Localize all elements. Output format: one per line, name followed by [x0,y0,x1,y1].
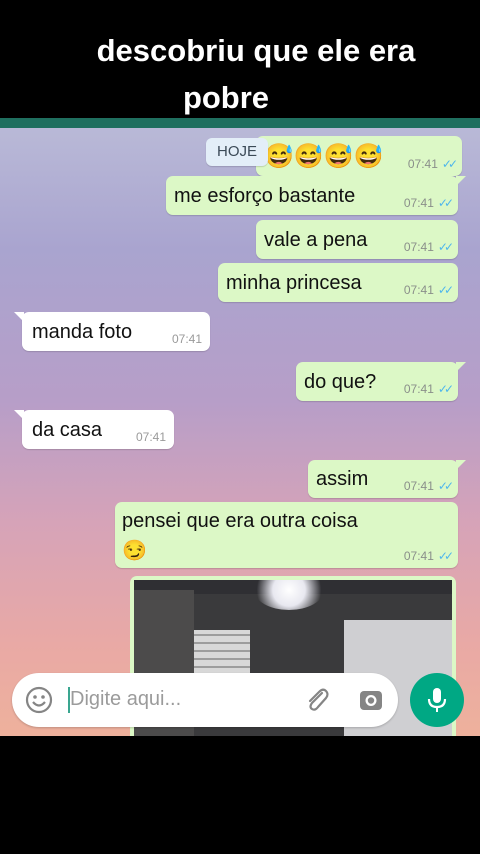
read-ticks-icon: ✓✓ [437,479,454,493]
message-meta: 07:41 [136,430,166,444]
microphone-icon [425,686,449,719]
message-text: 😅😅😅😅 [264,143,384,170]
message-time: 07:41 [171,332,202,346]
smiley-icon[interactable] [24,685,54,715]
message-meta: 07:41 ✓✓ [403,382,454,396]
message-bubble-outgoing[interactable]: minha princesa 07:41 ✓✓ [218,263,458,302]
message-meta: 07:41 ✓✓ [403,479,454,493]
message-time: 07:41 [407,157,438,171]
read-ticks-icon: ✓✓ [441,157,458,171]
message-time: 07:41 [403,240,434,254]
camera-icon[interactable] [356,685,386,715]
message-text: me esforço bastante [174,185,356,207]
message-text: manda foto [32,321,133,343]
message-time: 07:41 [403,549,434,563]
message-text: da casa [32,419,103,441]
app-header-strip [0,118,480,128]
message-text: assim [316,468,369,490]
message-text: pensei que era outra coisa [122,510,358,532]
read-ticks-icon: ✓✓ [437,382,454,396]
message-text: minha princesa [226,272,362,294]
message-text: do que? [304,371,377,393]
message-meta: 07:41 ✓✓ [403,240,454,254]
date-chip: HOJE [206,138,268,166]
message-bubble-outgoing[interactable]: vale a pena 07:41 ✓✓ [256,220,458,259]
message-emoji: 😏 [122,540,147,562]
message-composer[interactable]: Digite aqui... [12,673,398,727]
message-meta: 07:41 ✓✓ [403,196,454,210]
message-bubble-outgoing[interactable]: pensei que era outra coisa 😏 07:41 ✓✓ [115,502,458,568]
message-time: 07:41 [403,283,434,297]
message-time: 07:41 [403,196,434,210]
read-ticks-icon: ✓✓ [437,240,454,254]
message-bubble-outgoing[interactable]: do que? 07:41 ✓✓ [296,362,466,401]
message-bubble-incoming[interactable]: manda foto 07:41 [14,312,210,351]
video-caption: descobriu que ele era pobre [0,0,480,118]
caption-line-2: pobre [182,80,270,115]
photo-light [254,580,324,610]
message-meta: 07:41 [172,332,202,346]
bottom-black-area [0,736,480,854]
message-bubble-outgoing[interactable]: 😅😅😅😅 07:41 ✓✓ [256,136,462,176]
caption-line-1: descobriu que ele era [96,33,416,68]
message-time: 07:41 [403,479,434,493]
read-ticks-icon: ✓✓ [437,283,454,297]
message-input[interactable]: Digite aqui... [70,688,181,711]
message-meta: 07:41 ✓✓ [407,157,458,171]
message-meta: 07:41 ✓✓ [403,549,454,563]
message-time: 07:41 [403,382,434,396]
message-bubble-incoming[interactable]: da casa 07:41 [14,410,174,449]
message-bubble-outgoing[interactable]: me esforço bastante 07:41 ✓✓ [166,176,466,215]
read-ticks-icon: ✓✓ [437,549,454,563]
message-text: vale a pena [264,229,368,251]
message-time: 07:41 [135,430,166,444]
read-ticks-icon: ✓✓ [437,196,454,210]
message-bubble-outgoing[interactable]: assim 07:41 ✓✓ [308,460,466,498]
chat-area[interactable]: 😅😅😅😅 07:41 ✓✓ HOJE me esforço bastante 0… [0,128,480,736]
microphone-button[interactable] [410,673,464,727]
message-meta: 07:41 ✓✓ [403,283,454,297]
paperclip-icon[interactable] [302,685,332,715]
